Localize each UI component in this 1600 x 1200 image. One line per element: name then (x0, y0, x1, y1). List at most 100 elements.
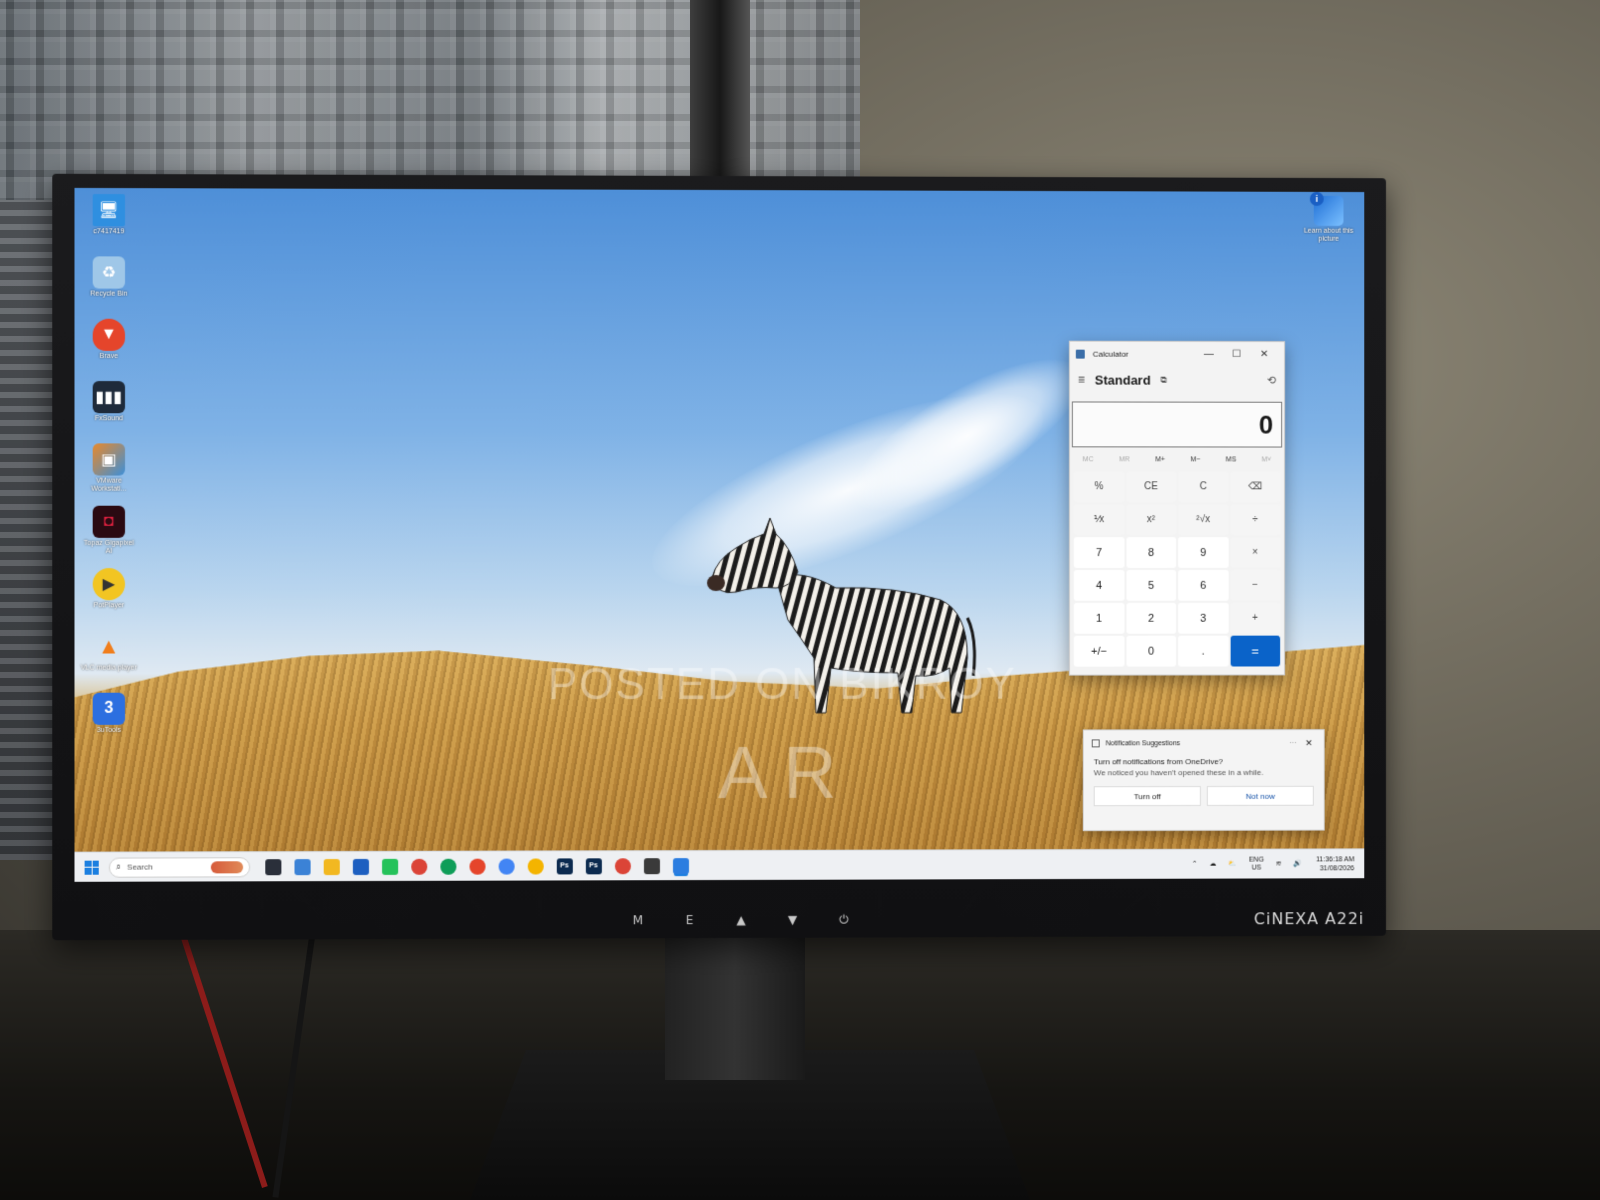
desktop-icon-potplayer[interactable]: ▶ PotPlayer (81, 568, 138, 630)
cloud-icon[interactable]: ⛅ (1228, 860, 1237, 868)
key-4[interactable]: 4 (1074, 570, 1124, 601)
key-decimal[interactable]: . (1178, 636, 1228, 667)
vlc-icon: ▲ (93, 630, 125, 662)
key-clear[interactable]: C (1178, 471, 1228, 502)
key-square-root[interactable]: ²√x (1178, 504, 1228, 535)
key-clear-entry[interactable]: CE (1126, 471, 1176, 502)
taskbar-app-brave[interactable] (469, 858, 485, 874)
key-6[interactable]: 6 (1178, 570, 1228, 601)
key-2[interactable]: 2 (1126, 603, 1176, 634)
taskbar-app-microsoft-store[interactable] (352, 858, 368, 874)
key-reciprocal[interactable]: ⅟x (1074, 504, 1124, 535)
more-options-icon[interactable]: ··· (1284, 740, 1302, 747)
key-add[interactable]: + (1230, 603, 1280, 634)
monitor-buttons: M E ▲ ▼ ⏻ (626, 910, 856, 931)
volume-icon[interactable]: 🔊 (1294, 860, 1303, 868)
memory-add-button[interactable]: M+ (1155, 456, 1165, 463)
windows-logo-tile (85, 860, 92, 867)
chevron-up-icon[interactable]: ⌃ (1192, 860, 1198, 868)
key-negate[interactable]: +/− (1074, 636, 1124, 667)
learn-about-picture[interactable]: i Learn about this picture (1301, 196, 1356, 244)
calculator-mode: Standard (1095, 372, 1151, 387)
key-5[interactable]: 5 (1126, 570, 1176, 601)
monitor-power-button[interactable]: ⏻ (832, 912, 856, 927)
not-now-button[interactable]: Not now (1207, 786, 1314, 806)
taskbar-app-photoshop-2[interactable]: Ps (585, 858, 601, 874)
taskbar-app-whatsapp[interactable] (382, 858, 398, 874)
desktop-icon-this-pc[interactable]: 🖥 c7417419 (81, 194, 138, 256)
key-divide[interactable]: ÷ (1230, 504, 1280, 535)
desktop-icon-label: Recycle Bin (90, 291, 127, 299)
3utools-icon: 3 (93, 693, 125, 725)
key-square[interactable]: x² (1126, 504, 1176, 535)
taskbar-app-chrome-5[interactable] (614, 858, 630, 874)
taskbar-app-widgets[interactable] (294, 859, 310, 875)
desktop-icon-3utools[interactable]: 3 3uTools (81, 693, 138, 755)
language-indicator[interactable]: ENG US (1249, 856, 1264, 872)
key-7[interactable]: 7 (1074, 537, 1124, 568)
notification-heading: Turn off notifications from OneDrive? (1094, 756, 1314, 767)
desktop-icon-brave[interactable]: ▼ Brave (81, 319, 138, 381)
notification-body: Turn off notifications from OneDrive? We… (1084, 756, 1324, 778)
onedrive-icon[interactable]: ☁ (1210, 860, 1217, 868)
key-backspace[interactable]: ⌫ (1230, 471, 1280, 502)
desktop-icon-recycle-bin[interactable]: ♻ Recycle Bin (81, 256, 138, 318)
desktop-icon-topaz[interactable]: ◘ Topaz Gigapixel AI (81, 506, 138, 568)
brave-icon: ▼ (93, 319, 125, 351)
key-8[interactable]: 8 (1126, 537, 1176, 568)
hamburger-menu-icon[interactable]: ≡ (1078, 373, 1085, 387)
memory-list-button[interactable]: M˅ (1262, 456, 1272, 463)
keep-on-top-icon[interactable]: ⧉ (1161, 374, 1167, 385)
calculator-titlebar[interactable]: Calculator — ☐ ✕ (1070, 342, 1284, 366)
maximize-icon[interactable]: ☐ (1223, 348, 1251, 359)
memory-subtract-button[interactable]: M− (1190, 456, 1200, 463)
key-percent[interactable]: % (1074, 471, 1124, 502)
taskbar-app-photoshop-1[interactable]: Ps (556, 858, 572, 874)
vmware-icon: ▣ (93, 443, 125, 475)
turn-off-button[interactable]: Turn off (1094, 786, 1201, 806)
taskbar-app-chrome-2[interactable] (440, 858, 456, 874)
clock[interactable]: 11:36:18 AM 31/08/2026 (1316, 855, 1354, 873)
clock-time: 11:36:18 AM (1316, 856, 1354, 863)
notification-title: Notification Suggestions (1106, 740, 1284, 747)
desktop-icon-label: Brave (100, 353, 118, 361)
key-9[interactable]: 9 (1178, 537, 1228, 568)
minimize-icon[interactable]: — (1195, 348, 1223, 359)
start-button[interactable] (85, 860, 99, 874)
desktop-icon-label: 3uTools (97, 727, 121, 735)
key-3[interactable]: 3 (1178, 603, 1228, 634)
learn-about-picture-label: Learn about this picture (1301, 228, 1356, 244)
search-highlight-icon (211, 861, 243, 873)
memory-recall-button[interactable]: MR (1119, 456, 1130, 463)
key-0[interactable]: 0 (1126, 636, 1176, 667)
monitor-down-button[interactable]: ▼ (780, 913, 804, 927)
desktop-icon-vmware[interactable]: ▣ VMware Workstati... (81, 443, 138, 505)
memory-store-button[interactable]: MS (1226, 456, 1236, 463)
taskbar-app-chrome-4[interactable] (527, 858, 543, 874)
memory-clear-button[interactable]: MC (1083, 456, 1094, 463)
desktop-icon-vlc[interactable]: ▲ VLC media player (81, 630, 138, 692)
desktop-icons: 🖥 c7417419 ♻ Recycle Bin ▼ Brave ▮▮▮ FxS… (81, 194, 142, 755)
taskbar-app-file-explorer[interactable] (323, 859, 339, 875)
key-equals[interactable]: = (1230, 636, 1280, 667)
monitor-menu-button[interactable]: M (626, 913, 650, 927)
taskbar-app-task-view[interactable] (265, 859, 281, 875)
key-subtract[interactable]: − (1230, 570, 1280, 601)
key-1[interactable]: 1 (1074, 603, 1124, 634)
desktop-icon-fxsound[interactable]: ▮▮▮ FxSound (81, 381, 138, 443)
history-icon[interactable]: ⟲ (1267, 373, 1276, 386)
notification-header: Notification Suggestions ··· ✕ (1084, 730, 1324, 756)
screen: POSTED ON BIKROY AR 🖥 c7417419 ♻ Recycle… (74, 188, 1364, 882)
key-multiply[interactable]: × (1230, 537, 1280, 568)
close-icon[interactable]: ✕ (1250, 348, 1278, 359)
taskbar-search[interactable]: ⌕ Search (109, 857, 250, 877)
notification-close-icon[interactable]: ✕ (1302, 738, 1316, 749)
taskbar-app-calculator[interactable] (672, 858, 688, 874)
wifi-icon[interactable]: ≋ (1276, 860, 1282, 868)
taskbar-app-app-square[interactable] (643, 858, 659, 874)
taskbar-app-chrome-1[interactable] (411, 858, 427, 874)
calculator-window: Calculator — ☐ ✕ ≡ Standard ⧉ ⟲ 0 MC MR … (1069, 341, 1285, 676)
monitor-up-button[interactable]: ▲ (729, 913, 753, 927)
taskbar-app-chrome-3[interactable] (498, 858, 514, 874)
monitor-exit-button[interactable]: E (677, 913, 701, 927)
